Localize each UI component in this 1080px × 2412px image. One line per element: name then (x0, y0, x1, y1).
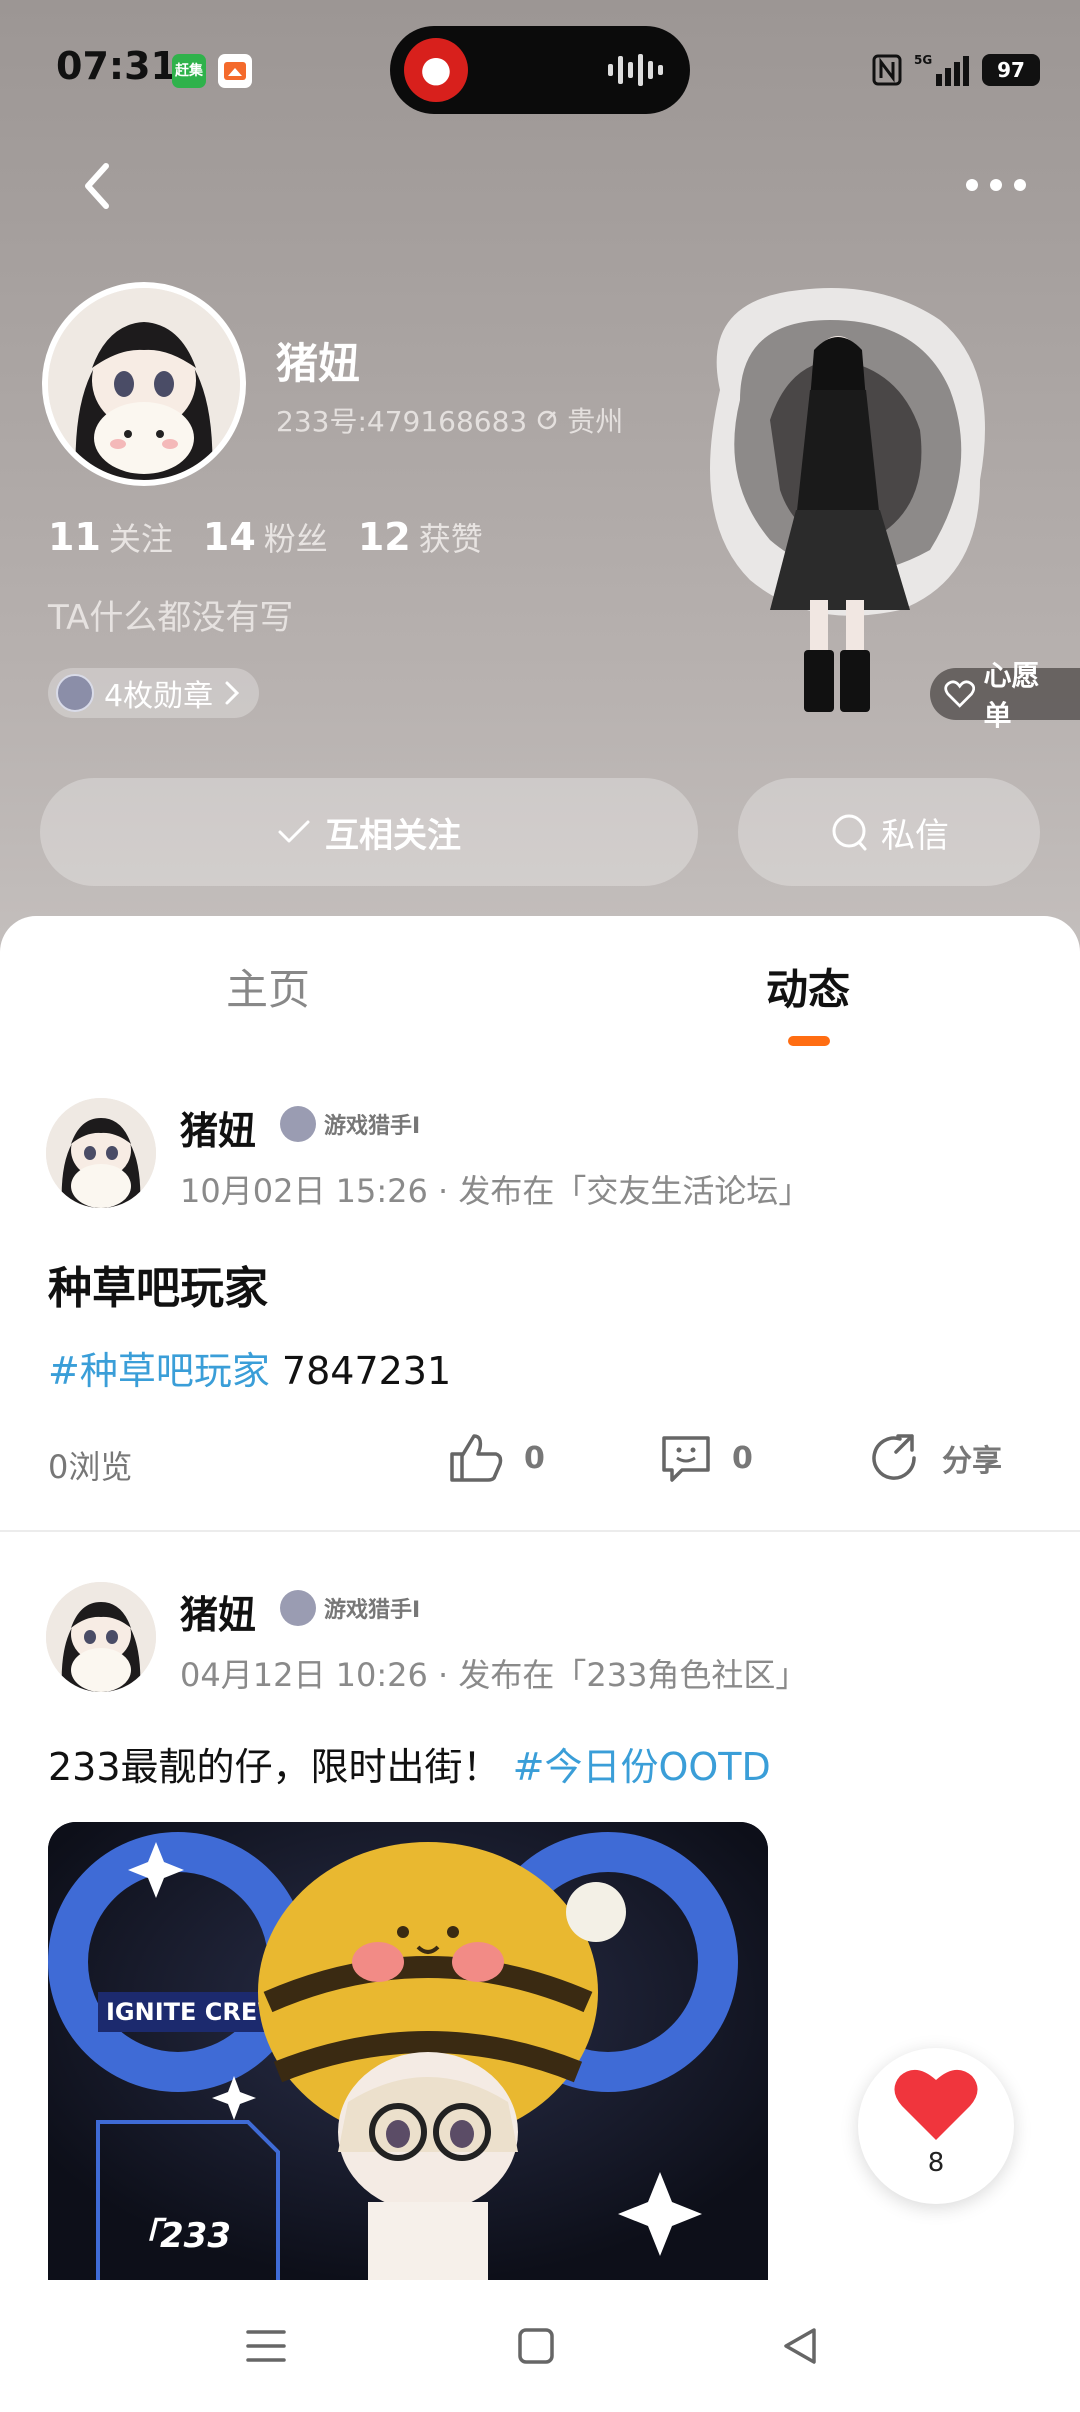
profile-avatar[interactable] (42, 282, 246, 486)
profile-location: 贵州 (567, 405, 624, 438)
like-count: 0 (524, 1440, 545, 1476)
menu-icon[interactable] (244, 2326, 288, 2366)
share-label: 分享 (942, 1444, 1002, 1479)
post-body[interactable]: 233最靓的仔，限时出街！ #今日份OOTD (48, 1736, 771, 1791)
post-author-avatar[interactable] (46, 1582, 156, 1692)
stat-label: 关注 (108, 520, 173, 558)
avatar-image (46, 1098, 156, 1208)
more-icon (966, 179, 1026, 191)
stat-followers[interactable]: 14 粉丝 (203, 514, 328, 560)
dynamic-island: ● (390, 26, 690, 114)
author-title: 游戏猎手I (324, 1598, 421, 1623)
image-caption-1: IGNITE CREW (106, 1998, 284, 2026)
nfc-icon (872, 54, 902, 86)
svg-text:5G: 5G (914, 53, 932, 67)
stat-label: 获赞 (418, 520, 483, 558)
status-app-icon: 赶集 (172, 54, 206, 88)
medal-icon (56, 674, 94, 712)
heart-outline-icon (944, 680, 976, 708)
author-title: 游戏猎手I (324, 1114, 421, 1139)
medal-icon (280, 1106, 316, 1142)
medals-label: 4枚勋章 (104, 679, 214, 714)
avatar-image (48, 288, 240, 480)
floating-like-count: 8 (927, 2148, 945, 2178)
post-body[interactable]: #种草吧玩家 7847231 (48, 1340, 451, 1395)
back-button[interactable] (72, 156, 122, 216)
share-button[interactable]: 分享 (870, 1432, 1002, 1484)
stat-likes[interactable]: 12 获赞 (358, 514, 483, 560)
post-author-name[interactable]: 猪妞 (180, 1100, 256, 1155)
character-figure[interactable] (680, 280, 1000, 720)
more-options-button[interactable] (962, 170, 1032, 200)
profile-bio: TA什么都没有写 (48, 598, 294, 638)
post-meta: 04月12日 10:26 · 发布在「233角色社区」 (180, 1656, 808, 1694)
post-views: 0浏览 (48, 1448, 133, 1486)
share-icon (872, 1434, 916, 1480)
stat-label: 粉丝 (263, 520, 328, 558)
image-caption-2: 「233 (126, 2216, 231, 2256)
author-title-tag: 游戏猎手I (280, 1590, 420, 1626)
stat-number: 14 (202, 515, 256, 559)
stat-number: 12 (357, 515, 411, 559)
ootd-image: IGNITE CREW 「233 (48, 1822, 768, 2282)
post-actions: 0浏览 0 0 分享 (0, 1432, 1080, 1492)
battery-indicator: 97 (982, 54, 1040, 86)
post-author-avatar[interactable] (46, 1098, 156, 1208)
audio-wave-icon (608, 54, 663, 86)
recording-icon: ● (404, 38, 468, 102)
stat-following[interactable]: 11 关注 (48, 514, 173, 560)
home-square-icon[interactable] (516, 2326, 556, 2366)
chevron-left-icon (85, 163, 109, 209)
tab-home[interactable]: 主页 (226, 956, 310, 1017)
message-button[interactable]: 私信 (738, 778, 1040, 886)
wishlist-button[interactable]: 心愿单 (930, 659, 1080, 732)
post-hashtag[interactable]: #种草吧玩家 (48, 1349, 270, 1393)
message-label: 私信 (881, 815, 949, 856)
author-title-tag: 游戏猎手I (280, 1106, 420, 1142)
chat-bubble-icon (832, 814, 867, 851)
profile-name: 猪妞 (276, 339, 361, 388)
comment-button[interactable]: 0 (660, 1432, 753, 1484)
tab-feed[interactable]: 动态 (766, 956, 850, 1017)
mutual-follow-label: 互相关注 (325, 815, 461, 856)
check-icon (278, 820, 310, 843)
like-button[interactable]: 0 (448, 1432, 545, 1484)
signal-icon: 5G (914, 53, 969, 86)
comment-icon (662, 1436, 710, 1482)
mutual-follow-button[interactable]: 互相关注 (40, 778, 698, 886)
tab-indicator (788, 1036, 830, 1046)
post-hashtag[interactable]: #今日份OOTD (513, 1745, 771, 1789)
post-image[interactable]: IGNITE CREW 「233 (48, 1822, 768, 2282)
medal-icon (280, 1590, 316, 1626)
avatar-image (46, 1582, 156, 1692)
post-body-text: 7847231 (269, 1349, 452, 1393)
thumbs-up-icon (450, 1434, 503, 1482)
post-divider (0, 1530, 1080, 1532)
chevron-right-icon (225, 681, 240, 705)
post-body-text: 233最靓的仔，限时出街！ (48, 1745, 513, 1789)
status-icons: 5G 97 (872, 48, 1040, 92)
comment-count: 0 (732, 1440, 753, 1476)
medals-button[interactable]: 4枚勋章 (48, 668, 260, 718)
status-bar: 07:31 赶集 ● 5G 97 (0, 0, 1080, 140)
system-nav-bar (0, 2280, 1080, 2412)
status-time: 07:31 (56, 44, 177, 88)
wishlist-label: 心愿单 (983, 659, 1040, 732)
post-title[interactable]: 种草吧玩家 (48, 1252, 268, 1316)
stat-number: 11 (48, 515, 101, 559)
back-triangle-icon[interactable] (780, 2326, 820, 2366)
location-icon (537, 410, 557, 430)
character-image (710, 288, 985, 712)
profile-id-row: 233号:479168683 贵州 (276, 400, 623, 440)
status-app-icon-2 (218, 54, 252, 88)
profile-id: 233号:479168683 (276, 405, 528, 438)
profile-stats: 11 关注 14 粉丝 12 获赞 (48, 514, 483, 560)
post-author-name[interactable]: 猪妞 (180, 1584, 256, 1639)
post-meta: 10月02日 15:26 · 发布在「交友生活论坛」 (180, 1172, 811, 1210)
heart-icon (894, 2069, 978, 2140)
floating-like-button[interactable]: 8 (858, 2048, 1014, 2204)
